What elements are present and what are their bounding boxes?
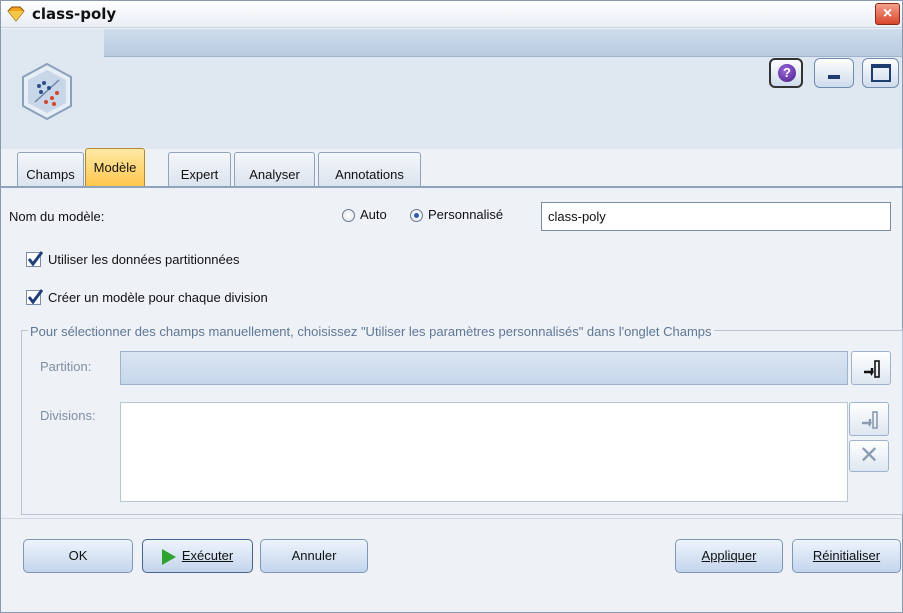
run-button-label: Exécuter <box>181 548 234 563</box>
remove-icon: ✕ <box>858 442 880 469</box>
partition-field[interactable] <box>120 351 848 385</box>
radio-auto-label: Auto <box>360 207 387 222</box>
close-icon: × <box>882 5 893 22</box>
ok-button[interactable]: OK <box>23 539 133 573</box>
minimize-icon <box>828 75 840 79</box>
play-icon <box>161 548 176 565</box>
title-bar[interactable]: class-poly × <box>1 1 902 28</box>
tab-champs[interactable]: Champs <box>17 152 84 187</box>
tab-analyser[interactable]: Analyser <box>234 152 315 187</box>
field-picker-icon <box>864 360 880 378</box>
maximize-panel-button[interactable] <box>862 58 899 88</box>
split-model-label: Créer un modèle pour chaque division <box>48 290 268 305</box>
model-tab-content: Nom du modèle: Auto Personnalisé class-p… <box>1 188 903 518</box>
partition-label: Partition: <box>40 359 92 374</box>
run-button[interactable]: Exécuter <box>142 539 253 573</box>
node-name-strip <box>104 29 902 57</box>
use-partitioned-label: Utiliser les données partitionnées <box>48 252 240 267</box>
field-selection-title: Pour sélectionner des champs manuellemen… <box>28 324 714 339</box>
minimize-panel-button[interactable] <box>814 58 854 88</box>
checkmark-icon <box>27 251 43 267</box>
button-bar: OK Exécuter Annuler Appliquer Réinitiali… <box>1 518 902 612</box>
checkmark-icon <box>27 289 43 305</box>
window-title: class-poly <box>32 5 117 23</box>
radio-auto[interactable] <box>342 209 355 222</box>
apply-button-label: Appliquer <box>701 548 757 563</box>
radio-custom[interactable] <box>410 209 423 222</box>
field-picker-icon <box>862 411 878 429</box>
help-button[interactable]: ? <box>769 58 803 88</box>
cancel-button[interactable]: Annuler <box>260 539 368 573</box>
remove-division-button[interactable]: ✕ <box>849 440 889 472</box>
diamond-node-icon <box>7 6 25 22</box>
reset-button-label: Réinitialiser <box>812 548 881 563</box>
reset-button[interactable]: Réinitialiser <box>792 539 901 573</box>
divisions-label: Divisions: <box>40 408 96 423</box>
model-name-input[interactable]: class-poly <box>541 202 891 231</box>
tab-expert[interactable]: Expert <box>168 152 231 187</box>
partition-picker-button[interactable] <box>851 351 891 385</box>
apply-button[interactable]: Appliquer <box>675 539 783 573</box>
model-name-label: Nom du modèle: <box>9 209 105 224</box>
maximize-icon <box>871 64 891 82</box>
divisions-list[interactable] <box>120 402 848 502</box>
use-partitioned-checkbox[interactable] <box>26 251 43 267</box>
divisions-picker-button[interactable] <box>849 402 889 436</box>
node-header: ? <box>1 29 902 149</box>
tab-annotations[interactable]: Annotations <box>318 152 421 187</box>
svm-model-node-icon <box>22 62 72 121</box>
help-icon: ? <box>778 64 796 82</box>
close-button[interactable]: × <box>875 3 900 25</box>
dialog-window: class-poly × ? Champs Modèle Expert Anal… <box>0 0 903 613</box>
radio-custom-label: Personnalisé <box>428 207 504 222</box>
tab-modele[interactable]: Modèle <box>85 148 145 187</box>
split-model-checkbox[interactable] <box>26 289 43 305</box>
